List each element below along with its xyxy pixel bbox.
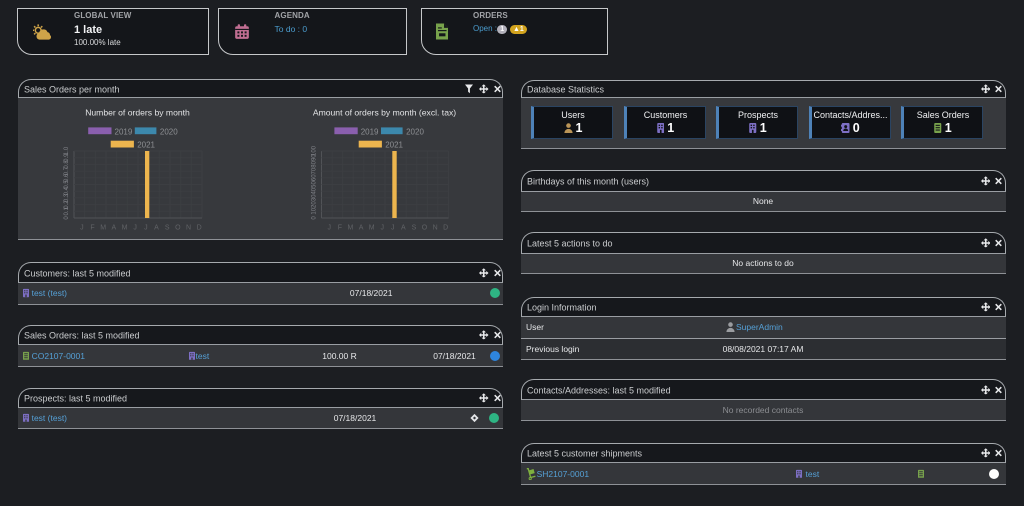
svg-text:D: D — [197, 225, 202, 232]
svg-text:10: 10 — [312, 207, 318, 214]
svg-text:M: M — [100, 225, 106, 232]
svg-text:Number of orders by month: Number of orders by month — [85, 108, 190, 118]
svg-text:2020: 2020 — [406, 127, 424, 136]
svg-text:A: A — [111, 225, 116, 232]
svg-text:0: 0 — [312, 216, 318, 220]
svg-text:90: 90 — [312, 154, 318, 161]
svg-text:2021: 2021 — [385, 141, 403, 150]
svg-text:J: J — [391, 225, 395, 232]
svg-text:Amount of orders by month (exc: Amount of orders by month (excl. tax) — [313, 108, 456, 118]
svg-text:2021: 2021 — [137, 141, 155, 150]
svg-text:M: M — [122, 225, 128, 232]
svg-text:S: S — [165, 225, 170, 232]
svg-text:2020: 2020 — [160, 127, 178, 136]
svg-text:20: 20 — [312, 201, 318, 208]
svg-text:M: M — [348, 225, 354, 232]
svg-text:F: F — [90, 225, 94, 232]
svg-text:D: D — [443, 225, 448, 232]
svg-text:J: J — [144, 225, 148, 232]
svg-text:J: J — [380, 225, 384, 232]
svg-text:O: O — [175, 225, 181, 232]
svg-text:70: 70 — [312, 167, 318, 174]
svg-text:S: S — [412, 225, 417, 232]
svg-text:A: A — [401, 225, 406, 232]
svg-text:A: A — [154, 225, 159, 232]
svg-text:60: 60 — [312, 174, 318, 181]
svg-text:80: 80 — [312, 160, 318, 167]
svg-text:J: J — [133, 225, 137, 232]
svg-text:M: M — [369, 225, 375, 232]
svg-text:O: O — [422, 225, 428, 232]
svg-text:N: N — [186, 225, 191, 232]
svg-text:A: A — [359, 225, 364, 232]
svg-text:J: J — [80, 225, 84, 232]
svg-text:2019: 2019 — [115, 127, 133, 136]
svg-text:50: 50 — [312, 181, 318, 188]
svg-text:30: 30 — [312, 194, 318, 201]
svg-text:0.1: 0.1 — [64, 206, 70, 215]
svg-text:N: N — [433, 225, 438, 232]
svg-text:2019: 2019 — [361, 127, 379, 136]
svg-text:J: J — [328, 225, 332, 232]
svg-text:F: F — [338, 225, 342, 232]
svg-text:40: 40 — [312, 187, 318, 194]
